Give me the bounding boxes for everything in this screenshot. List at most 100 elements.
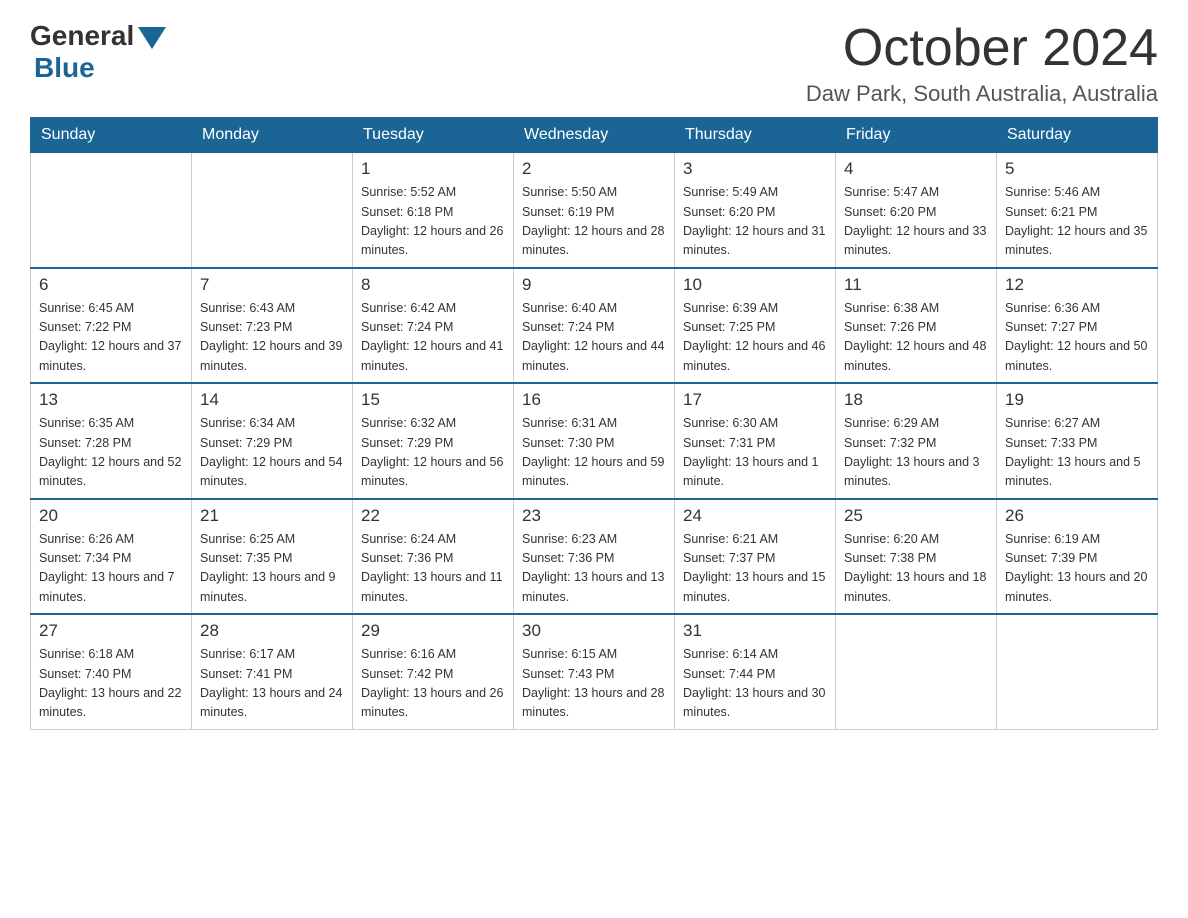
calendar-cell: 21 Sunrise: 6:25 AMSunset: 7:35 PMDayligh… — [192, 499, 353, 615]
calendar-cell: 7 Sunrise: 6:43 AMSunset: 7:23 PMDaylight… — [192, 268, 353, 384]
calendar-cell: 29 Sunrise: 6:16 AMSunset: 7:42 PMDayligh… — [353, 614, 514, 729]
calendar-week-row: 27 Sunrise: 6:18 AMSunset: 7:40 PMDayligh… — [31, 614, 1158, 729]
calendar-header-row: SundayMondayTuesdayWednesdayThursdayFrid… — [31, 118, 1158, 153]
calendar-cell: 20 Sunrise: 6:26 AMSunset: 7:34 PMDayligh… — [31, 499, 192, 615]
day-number: 18 — [844, 390, 988, 410]
day-number: 13 — [39, 390, 183, 410]
day-info: Sunrise: 5:47 AMSunset: 6:20 PMDaylight:… — [844, 183, 988, 261]
day-number: 1 — [361, 159, 505, 179]
calendar-cell: 30Sunrise: 6:15 AMSunset: 7:43 PMDayligh… — [514, 614, 675, 729]
calendar-cell: 26Sunrise: 6:19 AMSunset: 7:39 PMDayligh… — [997, 499, 1158, 615]
weekday-header: Monday — [192, 118, 353, 153]
day-info: Sunrise: 6:21 AMSunset: 7:37 PMDaylight:… — [683, 530, 827, 608]
calendar-cell: 5 Sunrise: 5:46 AMSunset: 6:21 PMDaylight… — [997, 153, 1158, 268]
day-info: Sunrise: 6:40 AMSunset: 7:24 PMDaylight:… — [522, 299, 666, 377]
day-number: 21 — [200, 506, 344, 526]
calendar-cell: 28 Sunrise: 6:17 AMSunset: 7:41 PMDayligh… — [192, 614, 353, 729]
calendar-cell: 19 Sunrise: 6:27 AMSunset: 7:33 PMDayligh… — [997, 383, 1158, 499]
day-number: 7 — [200, 275, 344, 295]
day-info: Sunrise: 5:49 AMSunset: 6:20 PMDaylight:… — [683, 183, 827, 261]
day-number: 31 — [683, 621, 827, 641]
day-number: 25 — [844, 506, 988, 526]
day-number: 2 — [522, 159, 666, 179]
calendar-cell: 1 Sunrise: 5:52 AMSunset: 6:18 PMDaylight… — [353, 153, 514, 268]
calendar-week-row: 6Sunrise: 6:45 AMSunset: 7:22 PMDaylight… — [31, 268, 1158, 384]
day-number: 11 — [844, 275, 988, 295]
day-number: 12 — [1005, 275, 1149, 295]
day-info: Sunrise: 6:25 AMSunset: 7:35 PMDaylight:… — [200, 530, 344, 608]
calendar-cell — [997, 614, 1158, 729]
calendar-cell: 11 Sunrise: 6:38 AMSunset: 7:26 PMDayligh… — [836, 268, 997, 384]
day-number: 5 — [1005, 159, 1149, 179]
day-number: 28 — [200, 621, 344, 641]
calendar-cell: 12Sunrise: 6:36 AMSunset: 7:27 PMDayligh… — [997, 268, 1158, 384]
day-number: 3 — [683, 159, 827, 179]
calendar-cell: 25 Sunrise: 6:20 AMSunset: 7:38 PMDayligh… — [836, 499, 997, 615]
day-number: 6 — [39, 275, 183, 295]
day-info: Sunrise: 6:23 AMSunset: 7:36 PMDaylight:… — [522, 530, 666, 608]
page-header: General Blue October 2024 Daw Park, Sout… — [30, 20, 1158, 107]
location-subtitle: Daw Park, South Australia, Australia — [806, 81, 1158, 107]
logo-triangle-icon — [138, 27, 166, 49]
day-number: 9 — [522, 275, 666, 295]
day-number: 14 — [200, 390, 344, 410]
day-info: Sunrise: 6:35 AMSunset: 7:28 PMDaylight:… — [39, 414, 183, 492]
day-info: Sunrise: 5:50 AMSunset: 6:19 PMDaylight:… — [522, 183, 666, 261]
calendar-week-row: 13 Sunrise: 6:35 AMSunset: 7:28 PMDayligh… — [31, 383, 1158, 499]
calendar-cell: 17 Sunrise: 6:30 AMSunset: 7:31 PMDayligh… — [675, 383, 836, 499]
day-number: 23 — [522, 506, 666, 526]
day-info: Sunrise: 6:24 AMSunset: 7:36 PMDaylight:… — [361, 530, 505, 608]
calendar-cell: 14Sunrise: 6:34 AMSunset: 7:29 PMDayligh… — [192, 383, 353, 499]
calendar-cell: 22 Sunrise: 6:24 AMSunset: 7:36 PMDayligh… — [353, 499, 514, 615]
calendar-cell: 8 Sunrise: 6:42 AMSunset: 7:24 PMDaylight… — [353, 268, 514, 384]
calendar-week-row: 20 Sunrise: 6:26 AMSunset: 7:34 PMDayligh… — [31, 499, 1158, 615]
day-info: Sunrise: 6:30 AMSunset: 7:31 PMDaylight:… — [683, 414, 827, 492]
day-info: Sunrise: 6:14 AMSunset: 7:44 PMDaylight:… — [683, 645, 827, 723]
day-info: Sunrise: 6:43 AMSunset: 7:23 PMDaylight:… — [200, 299, 344, 377]
day-info: Sunrise: 6:18 AMSunset: 7:40 PMDaylight:… — [39, 645, 183, 723]
day-info: Sunrise: 6:15 AMSunset: 7:43 PMDaylight:… — [522, 645, 666, 723]
day-info: Sunrise: 6:29 AMSunset: 7:32 PMDaylight:… — [844, 414, 988, 492]
calendar-cell — [31, 153, 192, 268]
weekday-header: Friday — [836, 118, 997, 153]
day-number: 8 — [361, 275, 505, 295]
day-number: 17 — [683, 390, 827, 410]
day-number: 24 — [683, 506, 827, 526]
day-info: Sunrise: 6:20 AMSunset: 7:38 PMDaylight:… — [844, 530, 988, 608]
day-info: Sunrise: 6:16 AMSunset: 7:42 PMDaylight:… — [361, 645, 505, 723]
calendar-cell: 23 Sunrise: 6:23 AMSunset: 7:36 PMDayligh… — [514, 499, 675, 615]
day-number: 22 — [361, 506, 505, 526]
day-info: Sunrise: 5:52 AMSunset: 6:18 PMDaylight:… — [361, 183, 505, 261]
calendar-cell: 10Sunrise: 6:39 AMSunset: 7:25 PMDayligh… — [675, 268, 836, 384]
calendar-cell: 15 Sunrise: 6:32 AMSunset: 7:29 PMDayligh… — [353, 383, 514, 499]
calendar-table: SundayMondayTuesdayWednesdayThursdayFrid… — [30, 117, 1158, 730]
calendar-week-row: 1 Sunrise: 5:52 AMSunset: 6:18 PMDaylight… — [31, 153, 1158, 268]
calendar-cell — [192, 153, 353, 268]
day-info: Sunrise: 6:27 AMSunset: 7:33 PMDaylight:… — [1005, 414, 1149, 492]
calendar-cell: 18 Sunrise: 6:29 AMSunset: 7:32 PMDayligh… — [836, 383, 997, 499]
calendar-cell: 3 Sunrise: 5:49 AMSunset: 6:20 PMDaylight… — [675, 153, 836, 268]
day-number: 26 — [1005, 506, 1149, 526]
day-info: Sunrise: 6:17 AMSunset: 7:41 PMDaylight:… — [200, 645, 344, 723]
logo: General Blue — [30, 20, 166, 84]
weekday-header: Thursday — [675, 118, 836, 153]
day-number: 10 — [683, 275, 827, 295]
day-number: 15 — [361, 390, 505, 410]
day-number: 19 — [1005, 390, 1149, 410]
title-section: October 2024 Daw Park, South Australia, … — [806, 20, 1158, 107]
day-info: Sunrise: 6:31 AMSunset: 7:30 PMDaylight:… — [522, 414, 666, 492]
day-info: Sunrise: 6:38 AMSunset: 7:26 PMDaylight:… — [844, 299, 988, 377]
day-number: 29 — [361, 621, 505, 641]
calendar-cell — [836, 614, 997, 729]
calendar-cell: 16 Sunrise: 6:31 AMSunset: 7:30 PMDayligh… — [514, 383, 675, 499]
day-info: Sunrise: 6:32 AMSunset: 7:29 PMDaylight:… — [361, 414, 505, 492]
month-title: October 2024 — [806, 20, 1158, 77]
calendar-cell: 2 Sunrise: 5:50 AMSunset: 6:19 PMDaylight… — [514, 153, 675, 268]
day-number: 27 — [39, 621, 183, 641]
day-info: Sunrise: 6:26 AMSunset: 7:34 PMDaylight:… — [39, 530, 183, 608]
day-info: Sunrise: 6:42 AMSunset: 7:24 PMDaylight:… — [361, 299, 505, 377]
day-info: Sunrise: 5:46 AMSunset: 6:21 PMDaylight:… — [1005, 183, 1149, 261]
day-number: 20 — [39, 506, 183, 526]
day-number: 16 — [522, 390, 666, 410]
weekday-header: Wednesday — [514, 118, 675, 153]
